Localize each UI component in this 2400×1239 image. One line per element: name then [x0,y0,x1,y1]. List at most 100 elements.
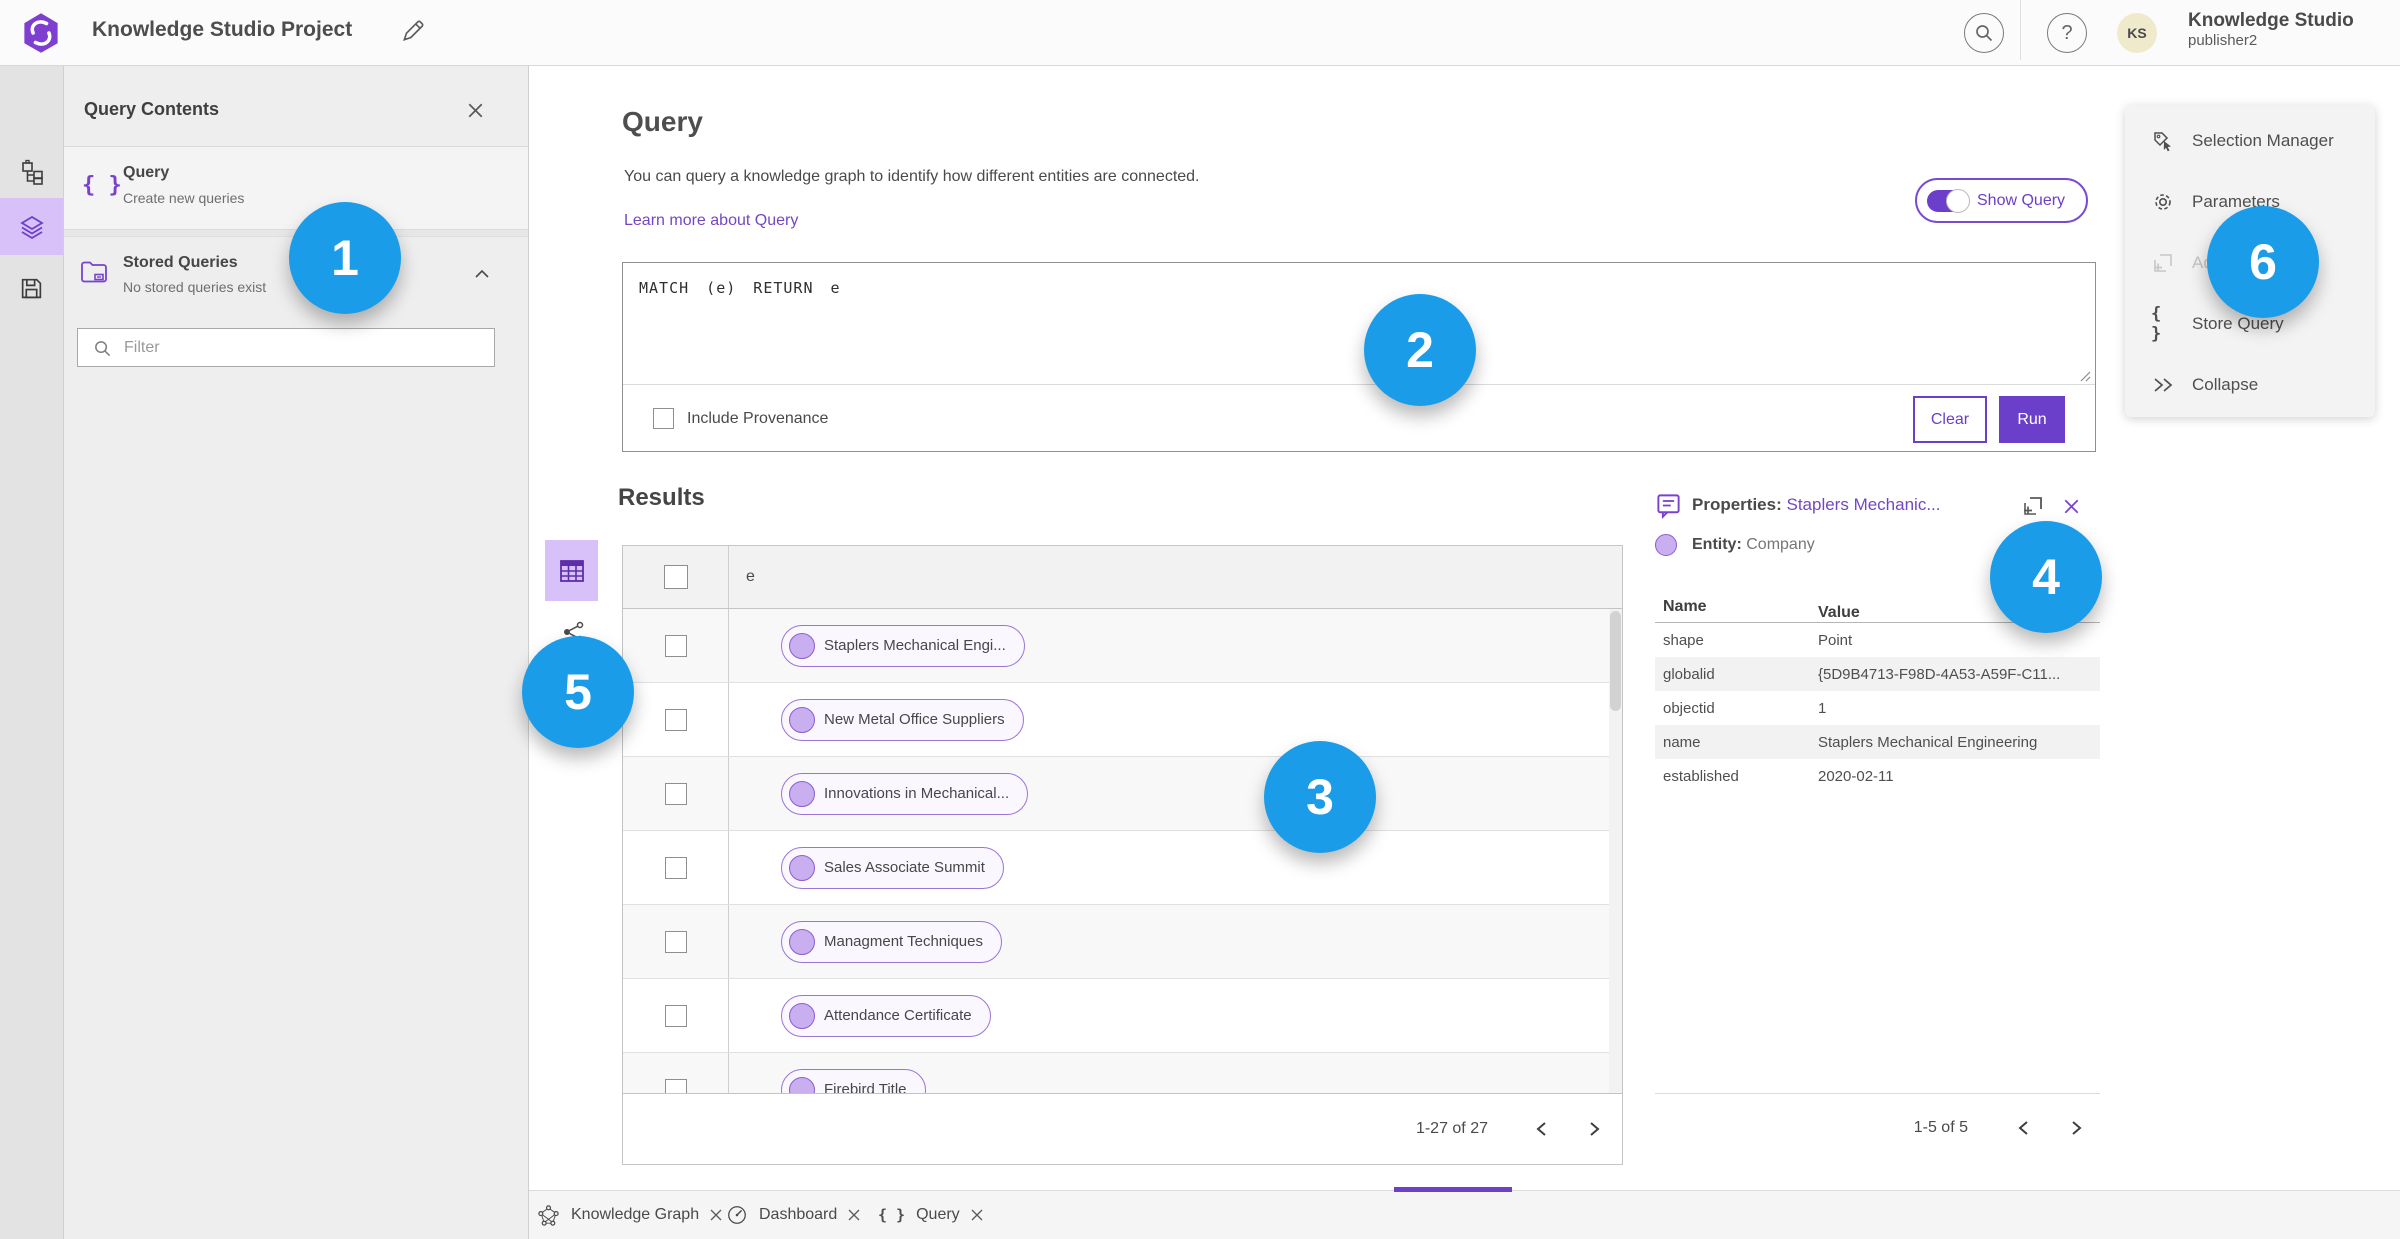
row-checkbox[interactable] [664,1004,687,1027]
entity-dot-icon [789,780,815,807]
help-button[interactable]: ? [2047,13,2087,53]
entity-pill[interactable]: Firebird Title [781,1068,926,1093]
entity-pill[interactable]: Attendance Certificate [781,994,991,1037]
properties-pagination-divider [1655,1093,2100,1094]
table-row[interactable]: New Metal Office Suppliers [623,683,1622,757]
toggle-switch [1927,188,1970,213]
select-all-checkbox[interactable] [663,565,688,589]
row-checkbox[interactable] [664,708,687,731]
braces-icon: { } [2151,303,2162,344]
tab-knowledge-graph[interactable]: Knowledge Graph [537,1191,722,1239]
query-heading: Query [622,106,703,137]
search-button[interactable] [1964,13,2004,53]
query-item-subtitle: Create new queries [123,190,245,206]
properties-next-page-button[interactable] [2062,1113,2092,1143]
table-row[interactable]: Innovations in Mechanical... [623,757,1622,831]
filter-input[interactable] [122,330,486,365]
topbar-divider [2020,0,2021,60]
close-properties-button[interactable] [2059,494,2083,518]
entity-pill[interactable]: Staplers Mechanical Engi... [781,624,1025,667]
results-page-count: 1-27 of 27 [1415,1120,1488,1137]
close-tab-icon[interactable] [848,1209,860,1221]
user-name: Knowledge Studio [2188,10,2354,31]
entity-pill[interactable]: New Metal Office Suppliers [781,698,1024,741]
properties-entity-link[interactable]: Staplers Mechanic... [1786,495,1940,514]
entity-type: Company [1746,536,1815,553]
properties-icon [1657,494,1680,519]
results-next-page-button[interactable] [1580,1114,1610,1144]
selection-manager-icon [2151,129,2175,153]
results-table-body: Staplers Mechanical Engi... New Metal Of… [623,609,1622,1093]
annotation-badge-2: 2 [1364,294,1476,406]
close-tab-icon[interactable] [710,1209,722,1221]
add-to-link-chart-button[interactable] [2020,493,2046,519]
table-row[interactable]: Sales Associate Summit [623,831,1622,905]
row-checkbox[interactable] [664,930,687,953]
braces-icon: { } [82,173,122,198]
menu-item-collapse[interactable]: Collapse [2125,354,2375,415]
row-checkbox[interactable] [664,1078,687,1093]
properties-prev-page-button[interactable] [2008,1113,2038,1143]
rail-item-contents[interactable] [0,198,63,255]
gear-icon [2151,190,2175,214]
clear-button[interactable]: Clear [1913,396,1987,443]
tab-dashboard[interactable]: Dashboard [726,1191,860,1239]
entity-dot-icon [789,1002,815,1029]
table-row[interactable]: Managment Techniques [623,905,1622,979]
scrollbar-thumb[interactable] [1610,611,1621,711]
rail-item-save[interactable] [0,260,63,317]
row-checkbox[interactable] [664,856,687,879]
menu-item-selection-manager[interactable]: Selection Manager [2125,110,2375,171]
include-provenance-checkbox[interactable] [653,408,674,429]
close-panel-button[interactable] [463,98,487,122]
tab-query[interactable]: { } Query [878,1191,983,1239]
sidebar-item-query[interactable]: { } Query Create new queries [64,147,528,230]
table-row[interactable]: Firebird Title [623,1053,1622,1093]
results-pagination: 1-27 of 27 [623,1093,1622,1164]
close-icon [2064,499,2078,513]
column-header-name: Name [1663,598,1707,615]
rail-item-data-model[interactable] [0,143,63,200]
row-checkbox[interactable] [664,634,687,657]
entity-pill[interactable]: Sales Associate Summit [781,846,1004,889]
results-heading: Results [618,484,705,511]
property-row[interactable]: established 2020-02-11 [1655,759,2100,793]
properties-title: Properties: Staplers Mechanic... [1692,495,1941,514]
data-model-icon [21,159,43,185]
avatar[interactable]: KS [2117,13,2157,53]
query-editor-input[interactable]: MATCH (e) RETURN e [639,279,2079,297]
query-footer: Include Provenance Clear Run [623,385,2095,451]
left-rail [0,66,64,1239]
edit-title-icon[interactable] [400,18,426,44]
include-provenance-label: Include Provenance [687,410,829,427]
query-contents-title: Query Contents [84,99,220,119]
stored-queries-subtitle: No stored queries exist [123,279,267,295]
entity-dot-icon [789,928,815,955]
user-menu[interactable]: Knowledge Studio publisher2 [2188,10,2354,49]
property-row[interactable]: objectid 1 [1655,691,2100,725]
entity-pill[interactable]: Innovations in Mechanical... [781,772,1029,815]
table-row[interactable]: Staplers Mechanical Engi... [623,609,1622,683]
row-checkbox[interactable] [664,782,687,805]
query-item-title: Query [123,164,170,181]
results-scrollbar[interactable] [1609,609,1622,1093]
view-as-table-button[interactable] [545,540,598,601]
resize-grip-icon[interactable] [2079,370,2091,382]
chevron-up-icon[interactable] [474,269,490,279]
show-query-toggle[interactable]: Show Query [1915,178,2088,223]
close-tab-icon[interactable] [971,1209,983,1221]
topbar: Knowledge Studio Project ? KS Knowledge … [0,0,2400,66]
entity-pill[interactable]: Managment Techniques [781,920,1002,963]
property-row[interactable]: name Staplers Mechanical Engineering [1655,725,2100,759]
app-logo-icon[interactable] [22,11,60,55]
user-role: publisher2 [2188,31,2258,49]
chevron-right-icon [2072,1121,2082,1135]
active-tab-indicator [1394,1187,1512,1192]
results-prev-page-button[interactable] [1526,1114,1556,1144]
double-chevron-right-icon [2151,373,2175,397]
property-row[interactable]: globalid {5D9B4713-F98D-4A53-A59F-C11... [1655,657,2100,691]
header-checkbox-cell [623,546,729,608]
learn-more-link[interactable]: Learn more about Query [624,212,798,230]
run-button[interactable]: Run [1999,396,2065,443]
table-row[interactable]: Attendance Certificate [623,979,1622,1053]
